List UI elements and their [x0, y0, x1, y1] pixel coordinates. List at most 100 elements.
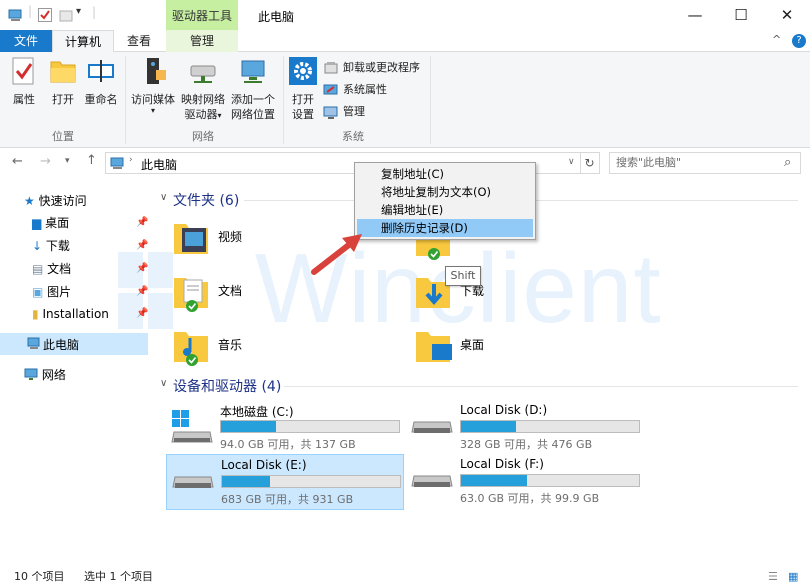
rename-button[interactable]: 重命名 — [82, 56, 120, 107]
open-settings-button[interactable]: 打开 设置 — [286, 56, 320, 122]
network-location-icon — [241, 60, 265, 83]
drive-tools-context-header: 驱动器工具 — [166, 0, 238, 30]
back-arrow-icon[interactable]: ← — [12, 154, 23, 169]
up-arrow-icon[interactable]: ↑ — [86, 153, 97, 168]
large-icons-view-icon[interactable]: ▦ — [788, 566, 798, 588]
navigation-pane: ★ 快速访问 ▆ 桌面 📌 ↓ 下载 📌 ▤ 文档 📌 ▣ 图片 📌 ▮ Ins… — [0, 180, 150, 560]
search-input[interactable]: 搜索"此电脑" ⌕ — [609, 152, 801, 174]
breadcrumb[interactable]: 此电脑 — [141, 156, 177, 173]
open-folder-icon — [50, 61, 76, 83]
forward-arrow-icon[interactable]: → — [40, 154, 51, 169]
nav-quick-access[interactable]: ★ 快速访问 — [24, 190, 87, 212]
properties-icon — [12, 57, 34, 85]
ribbon: 属性 打开 重命名 位置 访问媒体 ▾ 映射网络 驱动器▾ 添加一个 网络位置 … — [0, 52, 810, 148]
nav-item-desktop[interactable]: ▆ 桌面 — [32, 212, 69, 234]
nav-item-installation[interactable]: ▮ Installation — [32, 303, 109, 325]
menu-item-delete-history[interactable]: 删除历史记录(D) — [357, 219, 533, 237]
folder-documents[interactable]: 文档 — [172, 272, 372, 312]
settings-gear-icon — [289, 57, 317, 85]
nav-this-pc[interactable]: 此电脑 — [0, 333, 148, 355]
map-network-drive-button[interactable]: 映射网络 驱动器▾ — [180, 56, 226, 123]
tab-manage[interactable]: 管理 — [166, 30, 238, 52]
drive-f[interactable]: Local Disk (F:) 63.0 GB 可用，共 99.9 GB — [406, 454, 644, 510]
customize-toolbar-icon[interactable]: ▾ — [76, 6, 81, 17]
drive-d[interactable]: Local Disk (D:) 328 GB 可用，共 476 GB — [406, 400, 644, 456]
folder-downloads[interactable]: 下载 — [414, 272, 614, 312]
tab-file[interactable]: 文件 — [0, 30, 52, 52]
computer-icon — [27, 337, 40, 349]
nav-item-pictures[interactable]: ▣ 图片 — [32, 281, 71, 303]
folder-music[interactable]: 音乐 — [172, 326, 372, 366]
uninstall-program-button[interactable]: 卸载或更改程序 — [323, 59, 433, 77]
new-folder-icon[interactable] — [58, 7, 74, 23]
drive-c[interactable]: 本地磁盘 (C:) 94.0 GB 可用，共 137 GB — [166, 400, 404, 456]
drive-e[interactable]: Local Disk (E:) 683 GB 可用，共 931 GB — [166, 454, 404, 510]
maximize-button[interactable]: ☐ — [718, 0, 764, 30]
access-media-button[interactable]: 访问媒体 ▾ — [128, 56, 178, 115]
pin-icon[interactable]: 📌 — [136, 286, 148, 297]
pin-icon[interactable]: 📌 — [136, 240, 148, 251]
menu-item-edit-address[interactable]: 编辑地址(E) — [357, 201, 533, 219]
computer-icon — [8, 9, 22, 21]
disk-drive-icon — [411, 475, 453, 487]
media-server-icon — [147, 58, 166, 84]
disk-drive-icon — [172, 476, 214, 488]
disk-drive-icon — [411, 421, 453, 433]
collapse-ribbon-icon[interactable]: ^ — [772, 33, 781, 46]
tab-view[interactable]: 查看 — [114, 30, 164, 52]
recent-locations-icon[interactable]: ▾ — [65, 156, 70, 166]
system-properties-icon — [323, 84, 338, 95]
desktop-folder-icon: ▆ — [32, 216, 42, 230]
programs-icon — [324, 62, 338, 74]
star-icon: ★ — [24, 194, 35, 208]
properties-check-icon[interactable] — [37, 7, 53, 23]
selection-count: 选中 1 个项目 — [84, 570, 153, 583]
group-label-location: 位置 — [52, 130, 74, 143]
window-title: 此电脑 — [258, 10, 295, 24]
title-bar: | ▾ | 驱动器工具 此电脑 — ☐ ✕ — [0, 0, 810, 30]
open-button[interactable]: 打开 — [46, 56, 80, 107]
pin-icon[interactable]: 📌 — [136, 263, 148, 274]
system-properties-button[interactable]: 系统属性 — [323, 81, 403, 99]
drive-c-usage-bar — [220, 420, 400, 433]
address-context-menu: 复制地址(C) 将地址复制为文本(O) 编辑地址(E) 删除历史记录(D) — [354, 162, 536, 240]
address-dropdown-icon[interactable]: ∨ — [568, 157, 575, 167]
collapse-chevron-icon[interactable]: ∨ — [160, 192, 167, 203]
folder-desktop[interactable]: 桌面 — [414, 326, 614, 366]
tab-computer[interactable]: 计算机 — [52, 30, 114, 53]
desktop-folder-icon — [416, 332, 452, 362]
download-folder-icon: ↓ — [32, 239, 43, 253]
pin-icon[interactable]: 📌 — [136, 217, 148, 228]
devices-header[interactable]: 设备和驱动器 (4) — [173, 376, 281, 396]
details-view-icon[interactable]: ☰ — [768, 566, 778, 588]
videos-folder-icon — [174, 224, 208, 254]
nav-item-documents[interactable]: ▤ 文档 — [32, 258, 71, 280]
menu-item-copy-address-as-text[interactable]: 将地址复制为文本(O) — [357, 183, 533, 201]
drive-d-usage-bar — [460, 420, 640, 433]
close-button[interactable]: ✕ — [764, 0, 810, 30]
minimize-button[interactable]: — — [672, 0, 718, 30]
menu-item-copy-address[interactable]: 复制地址(C) — [357, 165, 533, 183]
group-label-system: 系统 — [342, 130, 364, 143]
breadcrumb-chevron-icon[interactable]: › — [129, 155, 133, 165]
properties-button[interactable]: 属性 — [6, 56, 42, 107]
network-drive-icon — [190, 65, 216, 83]
nav-item-downloads[interactable]: ↓ 下载 — [32, 235, 70, 257]
status-bar: 10 个项目 选中 1 个项目 ☰ ▦ — [0, 566, 810, 588]
system-drive-icon — [171, 410, 213, 443]
folders-header[interactable]: 文件夹 (6) — [173, 190, 239, 210]
add-network-location-button[interactable]: 添加一个 网络位置 — [228, 56, 278, 122]
refresh-icon[interactable]: ↻ — [580, 152, 600, 174]
pin-icon[interactable]: 📌 — [136, 308, 148, 319]
annotation-arrow-icon — [311, 234, 362, 275]
help-icon[interactable]: ? — [792, 34, 806, 48]
rename-icon — [88, 60, 114, 82]
shift-tooltip: Shift — [445, 266, 481, 286]
documents-icon: ▤ — [32, 262, 44, 276]
manage-button[interactable]: 管理 — [323, 103, 383, 121]
nav-network[interactable]: 网络 — [24, 364, 66, 386]
ribbon-tab-bar: 文件 计算机 查看 管理 ^ ? — [0, 30, 810, 53]
item-count: 10 个项目 — [14, 570, 65, 583]
search-icon[interactable]: ⌕ — [784, 153, 791, 173]
collapse-chevron-icon[interactable]: ∨ — [160, 378, 167, 389]
